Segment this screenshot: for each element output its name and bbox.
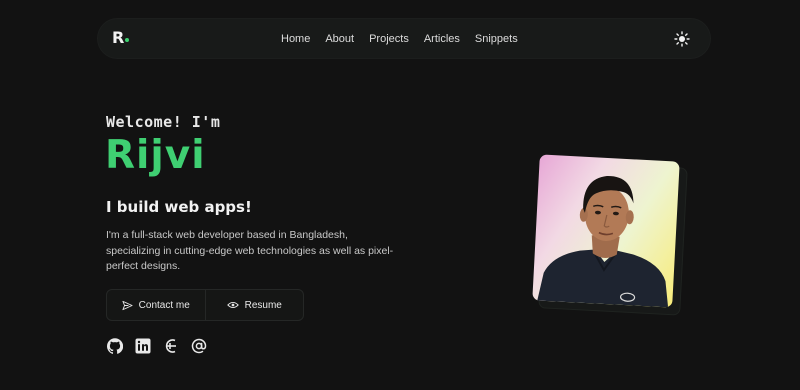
resume-button-label: Resume — [244, 299, 282, 311]
cta-buttons: Contact me Resume — [106, 289, 304, 321]
resume-button[interactable]: Resume — [204, 290, 304, 320]
nav-link-snippets[interactable]: Snippets — [475, 33, 518, 45]
nav-link-about[interactable]: About — [325, 33, 354, 45]
hero-tagline: I build web apps! — [106, 198, 252, 216]
email-icon[interactable] — [191, 338, 207, 354]
welcome-text: Welcome! I'm — [106, 113, 221, 131]
portfolio-page: R Home About Projects Articles Snippets … — [0, 0, 800, 390]
contact-button-label: Contact me — [138, 299, 190, 311]
nav-link-home[interactable]: Home — [281, 33, 310, 45]
profile-photo — [532, 154, 688, 316]
navbar: R Home About Projects Articles Snippets — [98, 19, 710, 58]
logo-text: R — [112, 28, 125, 47]
sun-icon[interactable] — [674, 31, 690, 47]
hashnode-icon[interactable] — [163, 338, 179, 354]
contact-button[interactable]: Contact me — [107, 290, 205, 320]
github-icon[interactable] — [107, 338, 123, 354]
avatar — [532, 154, 680, 308]
social-links — [107, 338, 207, 354]
eye-icon — [226, 301, 239, 309]
send-icon — [122, 300, 133, 310]
nav-link-articles[interactable]: Articles — [424, 33, 460, 45]
nav-links: Home About Projects Articles Snippets — [281, 19, 533, 58]
logo-dot — [125, 38, 130, 42]
person-portrait — [537, 175, 669, 308]
linkedin-icon[interactable] — [135, 338, 151, 354]
hero-name: Rijvi — [105, 133, 206, 178]
hero-description: I'm a full-stack web developer based in … — [106, 229, 394, 272]
logo[interactable]: R — [112, 28, 130, 47]
nav-link-projects[interactable]: Projects — [369, 33, 409, 45]
